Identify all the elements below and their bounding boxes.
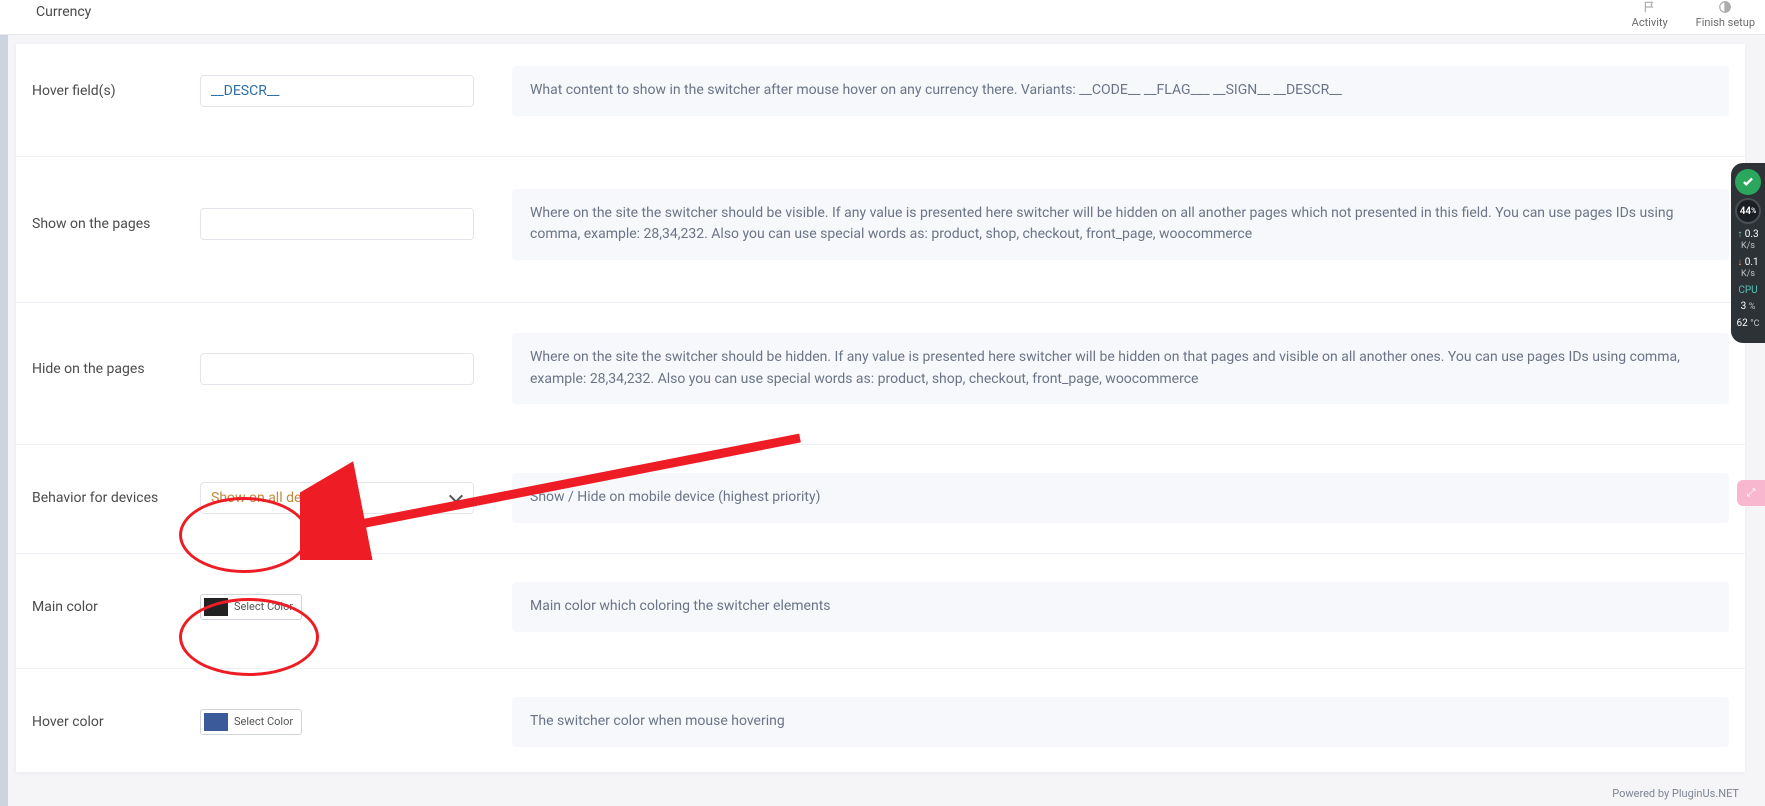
monitor-cpu-val: 3 <box>1741 301 1747 312</box>
row-main-color: Main color Select Color Main color which… <box>16 554 1745 669</box>
show-pages-input[interactable] <box>200 208 474 240</box>
row-hover-fields: Hover field(s) What content to show in t… <box>16 44 1745 157</box>
label-hide-pages: Hide on the pages <box>32 333 200 404</box>
desc-hover-fields: What content to show in the switcher aft… <box>512 66 1729 116</box>
row-hide-pages: Hide on the pages Where on the site the … <box>16 303 1745 445</box>
monitor-up: ↑ 0.3 K/s <box>1731 229 1765 252</box>
hover-color-btn-label: Select Color <box>234 715 293 728</box>
monitor-down: ↓ 0.1 K/s <box>1731 257 1765 280</box>
monitor-temp-unit: °C <box>1750 319 1759 329</box>
label-behavior: Behavior for devices <box>32 473 200 523</box>
page-title: Currency <box>36 4 91 20</box>
behavior-select-value: Show on all devices <box>211 490 333 506</box>
arrow-down-icon: ↓ <box>1737 257 1742 268</box>
desc-hover-color: The switcher color when mouse hovering <box>512 697 1729 747</box>
monitor-pct: 44 <box>1740 206 1751 217</box>
monitor-cpu-pct: 3 % <box>1731 301 1765 313</box>
hover-color-button[interactable]: Select Color <box>200 709 302 735</box>
hide-pages-input[interactable] <box>200 353 474 385</box>
main-color-swatch <box>204 598 228 616</box>
monitor-cpu-unit: % <box>1749 302 1756 312</box>
hover-color-swatch <box>204 713 228 731</box>
desc-hide-pages: Where on the site the switcher should be… <box>512 333 1729 404</box>
flag-icon <box>1639 0 1661 14</box>
behavior-select[interactable]: Show on all devices <box>200 482 474 514</box>
half-circle-icon <box>1714 0 1736 14</box>
side-widget-toggle[interactable]: ⤢ <box>1737 480 1765 506</box>
monitor-down-unit: K/s <box>1741 269 1755 279</box>
monitor-pct-unit: % <box>1751 207 1756 215</box>
hover-fields-input[interactable] <box>200 75 474 107</box>
desc-main-color: Main color which coloring the switcher e… <box>512 582 1729 632</box>
monitor-up-unit: K/s <box>1741 241 1755 251</box>
topbar-right: Activity Finish setup <box>1632 0 1755 29</box>
label-show-pages: Show on the pages <box>32 189 200 260</box>
expand-icon: ⤢ <box>1747 486 1756 500</box>
main-color-btn-label: Select Color <box>234 600 293 613</box>
row-hover-color: Hover color Select Color The switcher co… <box>16 669 1745 775</box>
footer-credit: Powered by PluginUs.NET <box>1612 787 1739 800</box>
row-behavior: Behavior for devices Show on all devices… <box>16 445 1745 554</box>
finish-setup-label: Finish setup <box>1696 16 1755 29</box>
activity-label: Activity <box>1632 16 1668 29</box>
main-color-button[interactable]: Select Color <box>200 594 302 620</box>
row-show-pages: Show on the pages Where on the site the … <box>16 157 1745 303</box>
label-main-color: Main color <box>32 582 200 632</box>
monitor-pct-gauge: 44% <box>1735 198 1761 224</box>
left-edge-strip <box>0 35 8 806</box>
system-monitor-widget[interactable]: 44% ↑ 0.3 K/s ↓ 0.1 K/s CPU 3 % 62 °C <box>1731 163 1765 343</box>
activity-button[interactable]: Activity <box>1632 0 1668 29</box>
monitor-temp-val: 62 <box>1737 318 1748 329</box>
label-hover-fields: Hover field(s) <box>32 66 200 116</box>
arrow-up-icon: ↑ <box>1737 229 1742 240</box>
monitor-cpu-label: CPU <box>1731 285 1765 296</box>
desc-show-pages: Where on the site the switcher should be… <box>512 189 1729 260</box>
finish-setup-button[interactable]: Finish setup <box>1696 0 1755 29</box>
settings-panel: Hover field(s) What content to show in t… <box>16 44 1745 772</box>
monitor-temp: 62 °C <box>1731 318 1765 330</box>
label-hover-color: Hover color <box>32 697 200 747</box>
monitor-status-ok-icon <box>1735 169 1761 195</box>
topbar: Currency Activity Finish setup <box>0 0 1765 35</box>
monitor-up-val: 0.3 <box>1745 229 1759 240</box>
desc-behavior: Show / Hide on mobile device (highest pr… <box>512 473 1729 523</box>
monitor-down-val: 0.1 <box>1745 257 1759 268</box>
